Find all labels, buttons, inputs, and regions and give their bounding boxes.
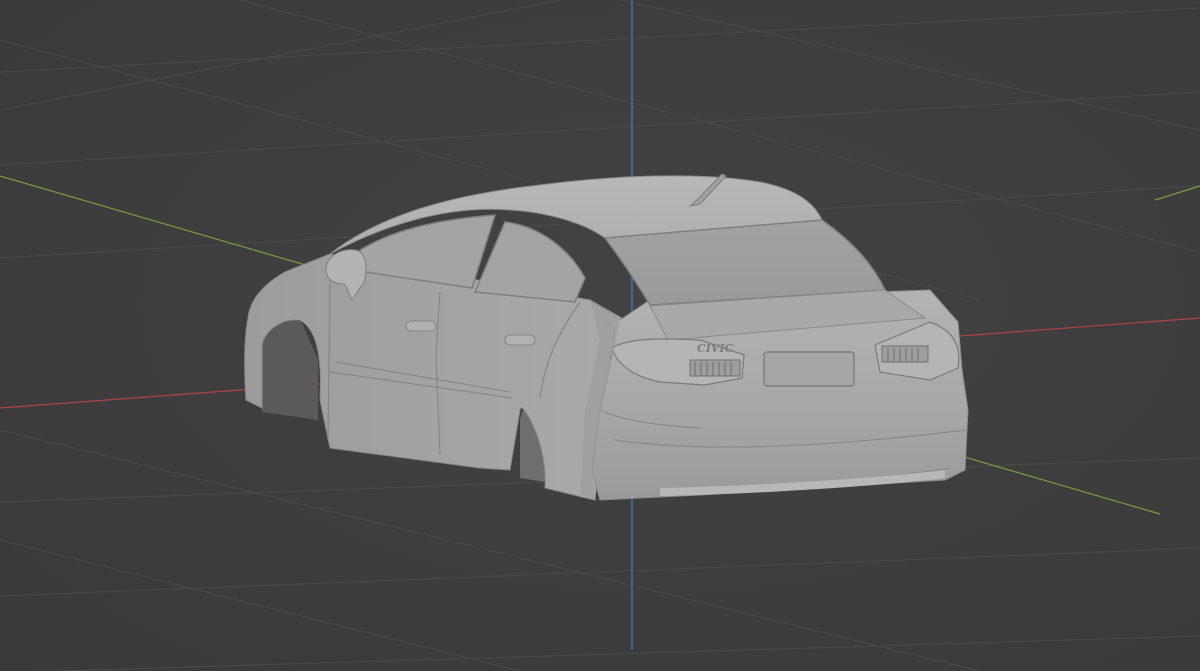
tail-light-grille-right [881, 345, 929, 363]
3d-viewport[interactable]: CIVIC [0, 0, 1200, 671]
model-badge: CIVIC [697, 342, 734, 355]
viewport-canvas[interactable]: CIVIC [0, 0, 1200, 671]
side-window-rear [473, 221, 586, 303]
tail-light-grille-left [689, 359, 741, 377]
license-plate-recess [763, 351, 855, 387]
door-handle-front [405, 320, 437, 332]
car-model[interactable]: CIVIC [244, 173, 969, 501]
door-handle-rear [504, 334, 536, 346]
